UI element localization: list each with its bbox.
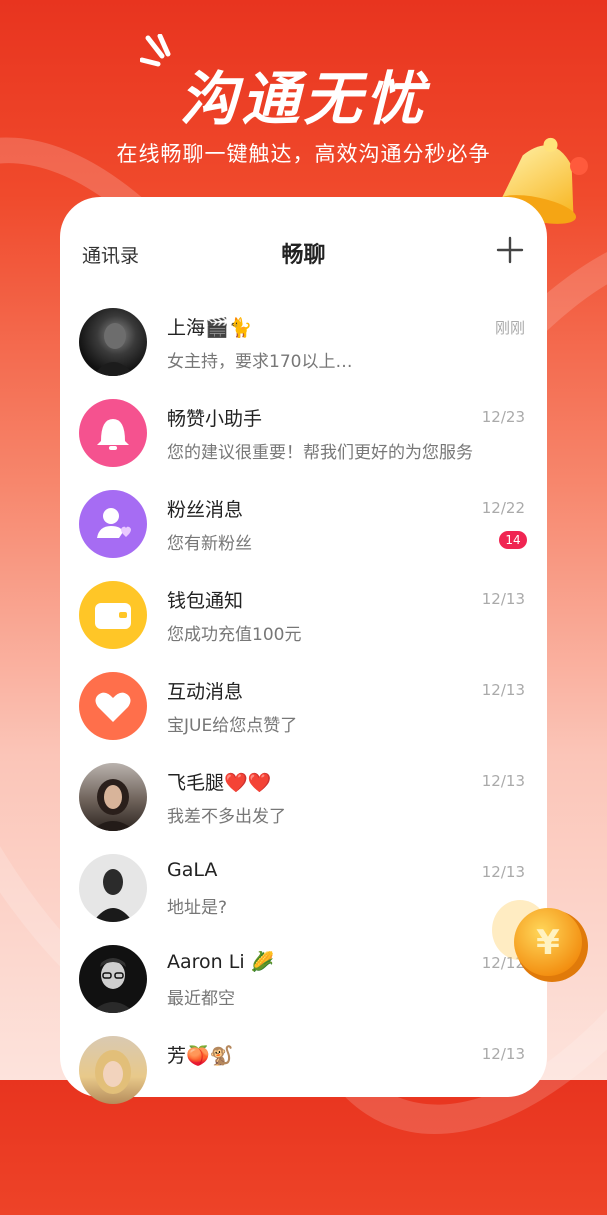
- conversation-time: 12/13: [481, 1045, 525, 1063]
- conversation-row[interactable]: Aaron Li 🌽 最近都空 12/12: [60, 945, 547, 1037]
- bell-icon: [97, 419, 129, 450]
- conversation-name: 互动消息: [167, 681, 244, 703]
- avatar: [79, 945, 147, 1013]
- conversation-name: 粉丝消息: [167, 499, 244, 521]
- avatar: [79, 854, 147, 922]
- hero-title: 沟通无忧: [179, 65, 428, 133]
- conversation-time: 12/13: [481, 863, 525, 881]
- conversation-row[interactable]: 粉丝消息 您有新粉丝 12/22 14: [60, 490, 547, 582]
- conversation-time: 刚刚: [494, 319, 525, 337]
- avatar: [79, 672, 147, 740]
- person-photo-icon: [95, 1050, 131, 1094]
- person-photo-icon: [93, 869, 133, 922]
- conversation-preview: 地址是?: [167, 898, 228, 918]
- conversation-time: 12/13: [481, 681, 525, 699]
- conversation-row[interactable]: 钱包通知 您成功充值100元 12/13: [60, 581, 547, 673]
- conversation-preview: 您有新粉丝: [167, 534, 252, 554]
- heart-icon: [95, 692, 131, 722]
- conversation-row[interactable]: 畅赞小助手 您的建议很重要！帮我们更好的为您服务 12/23: [60, 399, 547, 491]
- conversation-name: 畅赞小助手: [167, 408, 263, 430]
- conversation-time: 12/22: [481, 499, 525, 517]
- conversation-preview: 您的建议很重要！帮我们更好的为您服务: [167, 443, 473, 463]
- avatar: [79, 1036, 147, 1104]
- conversation-row[interactable]: GaLA 地址是? 12/13: [60, 854, 547, 946]
- chat-list-card: 通讯录 畅聊 上海🎬🐈 女主持，要求170以上… 刚刚 畅赞小助手 您的建议很重…: [60, 197, 547, 1104]
- conversation-preview: 我差不多出发了: [167, 807, 286, 827]
- coin-decoration-icon: ¥: [492, 900, 588, 982]
- avatar: [79, 490, 147, 558]
- conversation-time: 12/13: [481, 772, 525, 790]
- conversation-name: GaLA: [167, 859, 218, 881]
- fan-icon: [97, 508, 131, 538]
- page-title: 畅聊: [281, 243, 326, 268]
- conversation-name: Aaron Li 🌽: [167, 951, 275, 973]
- conversation-time: 12/23: [481, 408, 525, 426]
- person-photo-icon: [91, 958, 135, 1013]
- conversation-row[interactable]: 互动消息 宝JUE给您点赞了 12/13: [60, 672, 547, 764]
- conversation-row[interactable]: 芳🍑🐒 12/13: [60, 1036, 547, 1128]
- wallet-icon: [95, 603, 131, 629]
- conversation-preview: 最近都空: [167, 989, 235, 1009]
- conversation-time: 12/13: [481, 590, 525, 608]
- person-photo-icon: [91, 779, 135, 831]
- avatar: [79, 399, 147, 467]
- plus-icon[interactable]: [495, 235, 525, 265]
- conversation-preview: 女主持，要求170以上…: [167, 352, 353, 372]
- unread-badge: 14: [499, 531, 527, 549]
- conversation-name: 上海🎬🐈: [167, 317, 253, 339]
- avatar: [79, 581, 147, 649]
- conversation-name: 飞毛腿❤️❤️: [167, 772, 272, 794]
- conversation-row[interactable]: 上海🎬🐈 女主持，要求170以上… 刚刚: [60, 308, 547, 400]
- person-photo-icon: [93, 323, 135, 376]
- conversation-name: 钱包通知: [167, 590, 244, 612]
- conversation-row[interactable]: 飞毛腿❤️❤️ 我差不多出发了 12/13: [60, 763, 547, 855]
- avatar: [79, 763, 147, 831]
- svg-text:¥: ¥: [536, 923, 560, 963]
- card-header: 通讯录 畅聊: [60, 197, 547, 309]
- avatar: [79, 308, 147, 376]
- conversation-preview: 宝JUE给您点赞了: [167, 716, 298, 736]
- conversation-preview: 您成功充值100元: [167, 625, 302, 645]
- conversation-name: 芳🍑🐒: [167, 1045, 234, 1067]
